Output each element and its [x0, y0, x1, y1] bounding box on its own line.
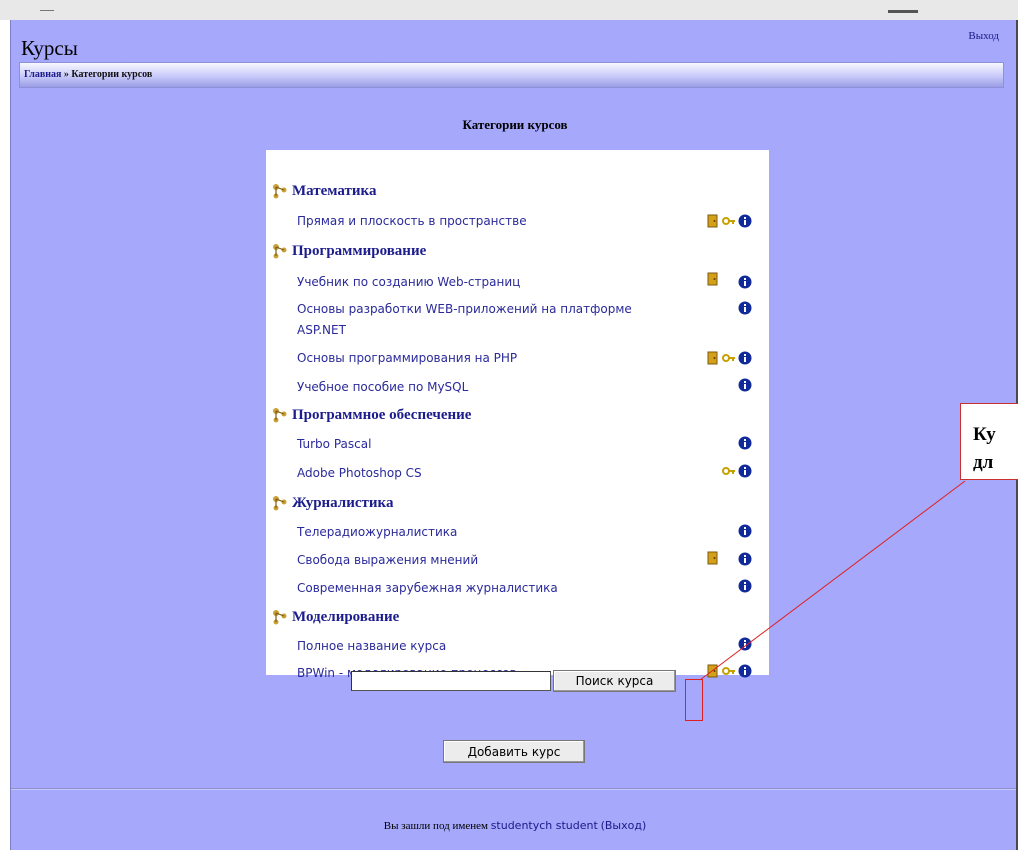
course-search-input[interactable]: [351, 671, 551, 691]
footer-divider: [11, 788, 1016, 790]
window-control: [888, 10, 918, 13]
course-link[interactable]: Учебник по созданию Web-страниц: [297, 272, 677, 293]
category-icon: [273, 244, 287, 259]
info-icon[interactable]: [738, 351, 752, 365]
login-info: Вы зашли под именем studentych student (…: [383, 819, 647, 832]
footer-logout-link[interactable]: Выход: [605, 819, 642, 832]
breadcrumb-current: Категории курсов: [71, 69, 153, 80]
category-icon: [273, 610, 287, 625]
course-link[interactable]: Прямая и плоскость в пространстве: [297, 211, 677, 232]
callout-line-1: Ку: [973, 424, 996, 445]
category-icon: [273, 184, 287, 199]
breadcrumb: Главная » Категории курсов: [24, 69, 152, 80]
breadcrumb-home-link[interactable]: Главная: [24, 69, 61, 80]
info-icon[interactable]: [738, 464, 752, 478]
info-icon[interactable]: [738, 664, 752, 678]
category-row: Математика: [272, 180, 376, 202]
door-icon[interactable]: [706, 214, 720, 228]
category-link[interactable]: Математика: [292, 183, 376, 200]
page-title: Курсы: [21, 36, 78, 60]
course-link[interactable]: Современная зарубежная журналистика: [297, 578, 677, 599]
callout-text: Ку дл: [973, 421, 996, 477]
info-icon[interactable]: [738, 637, 752, 651]
info-icon[interactable]: [738, 524, 752, 538]
highlight-box: [685, 679, 703, 721]
info-icon[interactable]: [738, 436, 752, 450]
category-link[interactable]: Моделирование: [292, 609, 399, 626]
callout-line-2: дл: [973, 452, 994, 473]
course-link[interactable]: Основы программирования на PHP: [297, 348, 677, 369]
window-divider: [40, 10, 54, 11]
course-link[interactable]: Учебное пособие по MySQL: [297, 377, 677, 398]
course-link[interactable]: Adobe Photoshop CS: [297, 463, 677, 484]
key-icon[interactable]: [722, 214, 736, 228]
course-link[interactable]: Свобода выражения мнений: [297, 550, 677, 571]
breadcrumb-separator: »: [61, 69, 72, 80]
info-icon[interactable]: [738, 579, 752, 593]
door-icon[interactable]: [706, 272, 720, 286]
category-row: Программное обеспечение: [272, 404, 471, 426]
door-icon[interactable]: [706, 351, 720, 365]
category-icon: [273, 408, 287, 423]
category-link[interactable]: Программирование: [292, 243, 426, 260]
course-link[interactable]: Телерадиожурналистика: [297, 522, 677, 543]
search-course-button[interactable]: Поиск курса: [553, 670, 676, 692]
info-icon[interactable]: [738, 214, 752, 228]
section-heading: Категории курсов: [462, 117, 568, 132]
category-row: Моделирование: [272, 606, 399, 628]
key-icon[interactable]: [722, 664, 736, 678]
info-icon[interactable]: [738, 301, 752, 315]
info-icon[interactable]: [738, 275, 752, 289]
door-icon[interactable]: [706, 551, 720, 565]
logout-link[interactable]: Выход: [968, 30, 999, 42]
category-row: Программирование: [272, 240, 426, 262]
course-link[interactable]: Полное название курса: [297, 636, 677, 657]
window-top-strip: [0, 0, 1018, 20]
key-icon[interactable]: [722, 464, 736, 478]
info-icon[interactable]: [738, 552, 752, 566]
category-link[interactable]: Журналистика: [292, 495, 393, 512]
add-course-button[interactable]: Добавить курс: [443, 740, 585, 763]
course-link[interactable]: Основы разработки WEB-приложений на плат…: [297, 299, 677, 341]
annotation-callout: Ку дл: [960, 403, 1018, 480]
category-row: Журналистика: [272, 492, 393, 514]
navbar: Главная » Категории курсов: [19, 62, 1004, 88]
moodle-page: Выход Курсы Главная » Категории курсов К…: [10, 20, 1018, 850]
course-link[interactable]: Turbo Pascal: [297, 434, 677, 455]
door-icon[interactable]: [706, 664, 720, 678]
category-list: Математика Прямая и плоскость в простран…: [266, 150, 769, 680]
key-icon[interactable]: [722, 351, 736, 365]
category-link[interactable]: Программное обеспечение: [292, 407, 471, 424]
user-profile-link[interactable]: studentych student: [491, 819, 598, 832]
info-icon[interactable]: [738, 378, 752, 392]
category-icon: [273, 496, 287, 511]
logged-in-text: Вы зашли под именем: [383, 820, 488, 832]
